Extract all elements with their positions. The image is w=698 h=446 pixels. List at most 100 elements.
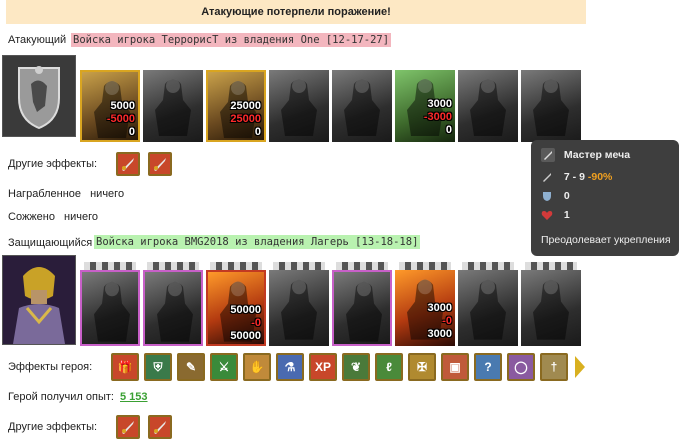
attacker-unit-count: 5000 <box>110 100 135 112</box>
defender-unit-count: 3000 <box>427 328 452 340</box>
tooltip-defense: 0 <box>563 190 570 202</box>
dagger-icon[interactable]: † <box>540 353 568 381</box>
xp-value-link[interactable]: 5 153 <box>120 391 148 403</box>
defender-army-link[interactable]: Войска игрока BMG2018 из владения Лагерь… <box>94 235 421 249</box>
heart-icon <box>541 211 553 221</box>
skull-border-icon <box>336 262 388 270</box>
attacker-unit-slot[interactable]: 5000 -5000 0 <box>80 70 140 142</box>
hero-effects-label: Эффекты героя: <box>8 361 93 373</box>
tooltip-health-row: 1 <box>541 209 570 221</box>
attacker-unit-count: 0 <box>254 126 261 138</box>
skull-border-icon <box>84 262 136 270</box>
attacker-unit-count: 3000 <box>427 98 452 110</box>
flask-icon[interactable]: ⚗ <box>276 353 304 381</box>
unit-tooltip: Мастер меча 7 - 9 -90% 0 1 Преодолевает … <box>531 140 679 256</box>
attacker-unit-slot[interactable] <box>269 70 329 142</box>
defender-unit-count: 3000 <box>427 302 452 314</box>
defender-other-effects-label: Другие эффекты: <box>8 421 98 433</box>
handshake-icon[interactable]: ✋ <box>243 353 271 381</box>
unit-figure-icon <box>346 281 382 342</box>
shield-icon[interactable]: ⛨ <box>144 353 172 381</box>
defender-unit-slot[interactable]: 3000 -0 3000 <box>395 270 455 346</box>
scroll-right-arrow-icon[interactable] <box>575 356 585 378</box>
defender-unit-slot[interactable] <box>332 270 392 346</box>
attacker-unit-count: 25000 <box>230 113 261 125</box>
attacker-unit-slot[interactable] <box>143 70 203 142</box>
loot-label: Награбленное <box>8 188 82 200</box>
sword-icon[interactable]: ⚔ <box>210 353 238 381</box>
attacker-unit-count: -5000 <box>106 113 135 125</box>
tooltip-damage-row: 7 - 9 -90% <box>541 171 612 183</box>
loot-row: Награбленное ничего <box>8 188 124 200</box>
defender-unit-count: 50000 <box>230 304 261 316</box>
defender-hero-portrait[interactable] <box>2 255 76 345</box>
attacker-unit-slot[interactable]: 25000 25000 0 <box>206 70 266 142</box>
skull-border-icon <box>399 262 451 270</box>
attacker-unit-slot[interactable] <box>521 70 581 142</box>
attacker-unit-count: -3000 <box>423 111 452 123</box>
tooltip-title-row: Мастер меча <box>541 148 630 162</box>
defender-unit-slot[interactable]: 50000 -0 50000 <box>206 270 266 346</box>
berries-icon[interactable]: ❦ <box>342 353 370 381</box>
scroll-icon[interactable]: ✎ <box>177 353 205 381</box>
unit-figure-icon <box>155 79 191 136</box>
question-icon[interactable]: ? <box>474 353 502 381</box>
attacker-army-link[interactable]: Войска игрока ТеррорисТ из владения One … <box>71 33 392 47</box>
defender-unit-count: -0 <box>442 315 452 327</box>
chest-icon[interactable]: ▣ <box>441 353 469 381</box>
defender-unit-count: -0 <box>251 317 261 329</box>
defender-unit-slot[interactable] <box>143 270 203 346</box>
ring-icon[interactable]: ◯ <box>507 353 535 381</box>
burned-row: Сожжено ничего <box>8 211 98 223</box>
xp-label: Герой получил опыт: <box>8 391 114 403</box>
skull-border-icon <box>210 262 262 270</box>
tooltip-defense-row: 0 <box>541 190 570 202</box>
claw-icon[interactable]: ℓ <box>375 353 403 381</box>
unit-figure-icon <box>281 79 317 136</box>
attacker-hero-portrait[interactable] <box>2 55 76 137</box>
sword-effect-icon[interactable] <box>148 415 172 439</box>
defender-unit-slot[interactable] <box>521 270 581 346</box>
unit-figure-icon <box>533 279 569 340</box>
tooltip-note: Преодолевает укрепления <box>541 234 671 246</box>
burned-value: ничего <box>64 211 98 223</box>
defender-unit-slot[interactable] <box>80 270 140 346</box>
skull-border-icon <box>147 262 199 270</box>
unit-figure-icon <box>157 281 193 342</box>
unit-figure-icon <box>470 279 506 340</box>
attacker-unit-count: 25000 <box>230 100 261 112</box>
unit-figure-icon <box>344 79 380 136</box>
skull-border-icon <box>273 262 325 270</box>
defender-label: Защищающийся <box>8 237 93 249</box>
tooltip-health: 1 <box>563 209 570 221</box>
attacker-unit-slot[interactable] <box>332 70 392 142</box>
skull-border-icon <box>525 262 577 270</box>
unit-figure-icon <box>533 79 569 136</box>
unit-figure-icon <box>470 79 506 136</box>
tooltip-damage: 7 - 9 <box>563 171 585 183</box>
sword-icon <box>543 173 551 183</box>
attacker-unit-slot[interactable]: 3000 -3000 0 <box>395 70 455 142</box>
xp-icon[interactable]: XP <box>309 353 337 381</box>
battle-result-banner: Атакующие потерпели поражение! <box>6 0 586 24</box>
defender-unit-count: 50000 <box>230 330 261 342</box>
unit-figure-icon <box>94 281 130 342</box>
shield-icon <box>543 192 551 202</box>
tooltip-title: Мастер меча <box>563 148 631 161</box>
loot-value: ничего <box>90 188 125 200</box>
tooltip-damage-mod: -90% <box>587 171 613 183</box>
gift-icon[interactable]: 🎁 <box>111 353 139 381</box>
attacker-unit-slot[interactable] <box>458 70 518 142</box>
skill-icon <box>541 148 555 162</box>
defender-unit-slot[interactable] <box>458 270 518 346</box>
cross-icon[interactable]: ✠ <box>408 353 436 381</box>
skull-border-icon <box>462 262 514 270</box>
sword-effect-icon[interactable] <box>148 152 172 176</box>
sword-effect-icon[interactable] <box>116 415 140 439</box>
attacker-other-effects-label: Другие эффекты: <box>8 158 98 170</box>
sword-effect-icon[interactable] <box>116 152 140 176</box>
attacker-label: Атакующий <box>8 34 67 46</box>
burned-label: Сожжено <box>8 211 55 223</box>
unit-figure-icon <box>281 279 317 340</box>
defender-unit-slot[interactable] <box>269 270 329 346</box>
